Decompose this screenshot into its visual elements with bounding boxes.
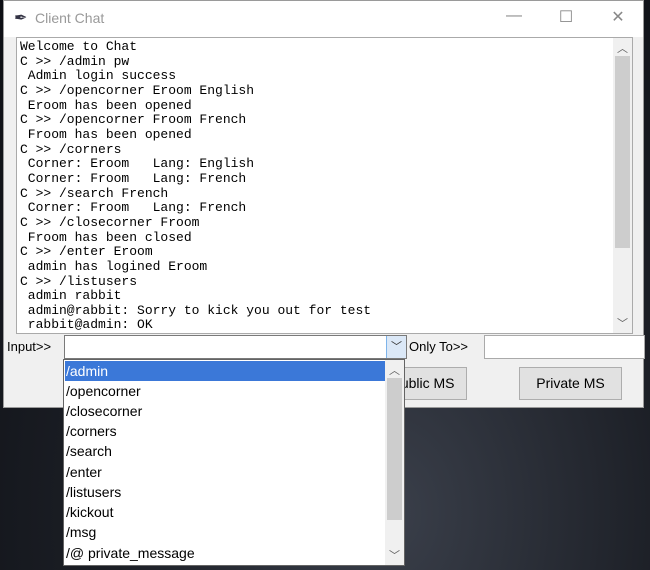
title-bar: ✒ Client Chat — ☐ ✕	[4, 1, 643, 37]
feather-icon: ✒	[14, 10, 28, 27]
dropdown-scrollbar[interactable]: ︿ ﹀	[385, 360, 404, 565]
command-dropdown-list: /admin /opencorner /closecorner /corners…	[63, 359, 405, 566]
scroll-up-icon[interactable]: ︿	[385, 362, 404, 378]
client-chat-window: ✒ Client Chat — ☐ ✕ Welcome to Chat C >>…	[3, 0, 645, 408]
chat-log-area[interactable]: Welcome to Chat C >> /admin pw Admin log…	[16, 37, 633, 334]
dropdown-option[interactable]: /kickout	[65, 502, 385, 522]
command-combobox[interactable]: ﹀	[64, 335, 407, 359]
scroll-down-icon[interactable]: ﹀	[385, 547, 404, 563]
input-label: Input>>	[7, 339, 52, 354]
maximize-button[interactable]: ☐	[546, 7, 586, 27]
dropdown-option[interactable]: /listusers	[65, 482, 385, 502]
minimize-button[interactable]: —	[494, 7, 534, 25]
chat-log-text: Welcome to Chat C >> /admin pw Admin log…	[20, 39, 372, 333]
dropdown-option[interactable]: /closecorner	[65, 401, 385, 421]
close-button[interactable]: ✕	[598, 7, 638, 27]
dropdown-option[interactable]: /corners	[65, 421, 385, 441]
dropdown-option[interactable]: /enter	[65, 462, 385, 482]
scroll-down-icon[interactable]: ﹀	[613, 315, 632, 331]
dropdown-option[interactable]: /@ private_message	[65, 543, 385, 563]
scroll-thumb[interactable]	[387, 378, 402, 520]
private-ms-button[interactable]: Private MS	[519, 367, 622, 400]
chat-scrollbar[interactable]: ︿ ﹀	[613, 38, 632, 333]
only-to-input[interactable]	[484, 335, 645, 359]
dropdown-option[interactable]: /search	[65, 441, 385, 461]
dropdown-option[interactable]: /msg	[65, 522, 385, 542]
chevron-down-icon[interactable]: ﹀	[386, 336, 406, 358]
dropdown-option[interactable]: /opencorner	[65, 381, 385, 401]
scroll-thumb[interactable]	[615, 56, 630, 248]
scroll-up-icon[interactable]: ︿	[613, 40, 632, 56]
only-to-label: Only To>>	[409, 339, 469, 354]
window-title: Client Chat	[35, 10, 105, 26]
dropdown-option[interactable]: /admin	[65, 361, 385, 381]
